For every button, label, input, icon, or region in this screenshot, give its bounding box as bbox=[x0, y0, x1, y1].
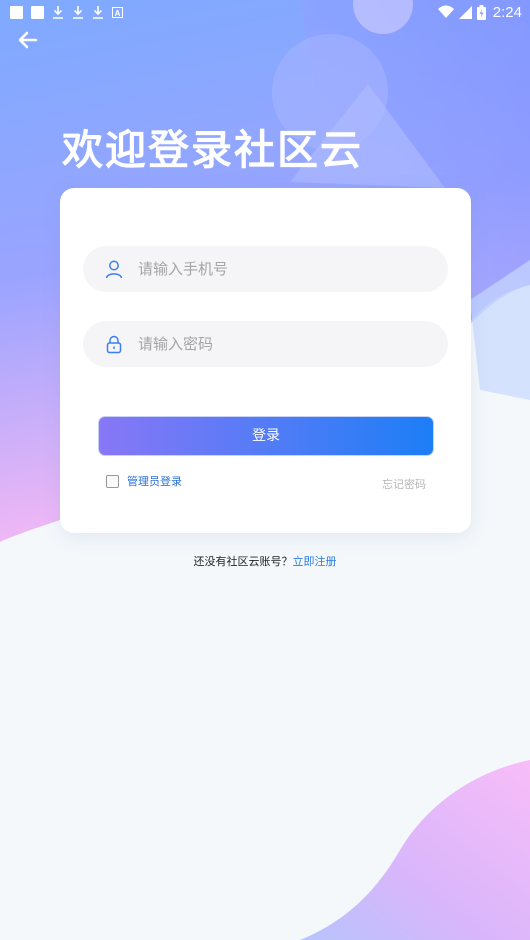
admin-login-option[interactable]: 管理员登录 bbox=[106, 473, 182, 489]
download-icon bbox=[73, 6, 83, 19]
status-system: 2:24 bbox=[437, 0, 522, 24]
password-field bbox=[83, 321, 448, 367]
user-icon bbox=[105, 260, 123, 279]
download-icon bbox=[53, 6, 63, 19]
phone-input[interactable] bbox=[136, 259, 420, 279]
notification-square-icon bbox=[10, 5, 23, 19]
notification-square-icon bbox=[31, 5, 44, 19]
status-bar: A 2:24 bbox=[0, 0, 530, 24]
status-time: 2:24 bbox=[492, 3, 522, 21]
no-account-text: 还没有社区云账号？ bbox=[193, 555, 293, 568]
download-icon bbox=[93, 6, 103, 19]
lock-icon bbox=[106, 335, 122, 354]
forgot-password-link[interactable]: 忘记密码 bbox=[382, 476, 426, 492]
battery-charging-icon bbox=[476, 4, 486, 20]
arrow-left-icon bbox=[18, 31, 38, 49]
password-input[interactable] bbox=[136, 334, 420, 354]
login-card: 登录 管理员登录 忘记密码 bbox=[60, 188, 471, 533]
a-box-icon: A bbox=[112, 6, 123, 18]
admin-login-checkbox[interactable] bbox=[106, 474, 119, 488]
register-link[interactable]: 立即注册 bbox=[293, 555, 337, 568]
page-title: 欢迎登录社区云 bbox=[62, 126, 363, 174]
login-button[interactable]: 登录 bbox=[98, 416, 434, 456]
status-notifications: A bbox=[0, 5, 123, 19]
cellular-signal-icon bbox=[458, 5, 472, 19]
phone-field bbox=[83, 246, 448, 292]
register-prompt: 还没有社区云账号？立即注册 bbox=[0, 553, 530, 569]
admin-login-label[interactable]: 管理员登录 bbox=[127, 473, 182, 489]
wifi-icon bbox=[437, 5, 454, 18]
back-button[interactable] bbox=[16, 28, 44, 52]
